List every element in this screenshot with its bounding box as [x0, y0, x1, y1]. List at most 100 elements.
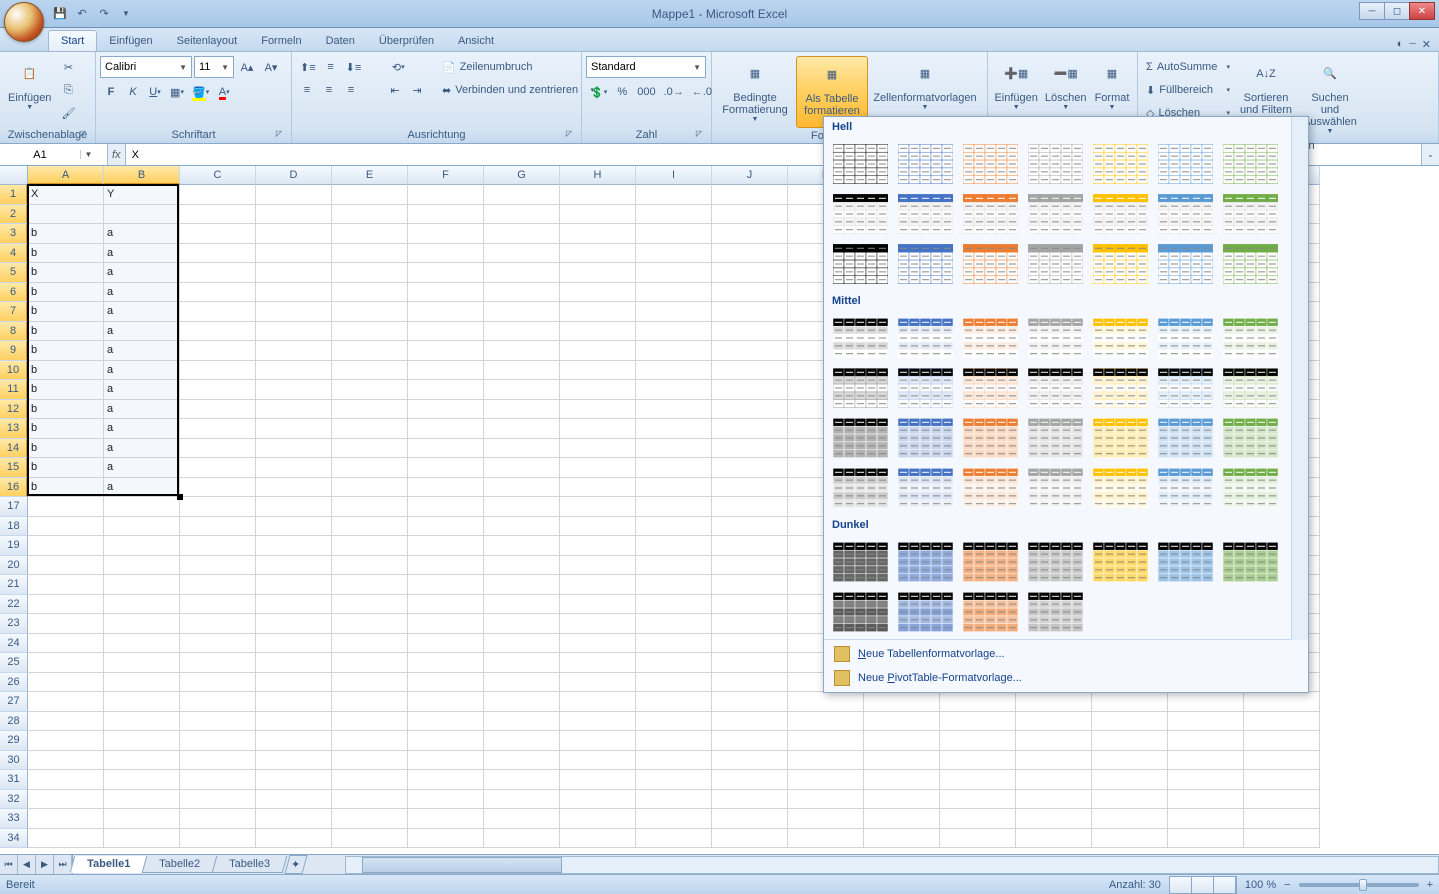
ribbon-tab-seitenlayout[interactable]: Seitenlayout — [165, 31, 250, 51]
table-style-option[interactable] — [960, 589, 1021, 635]
cell[interactable] — [180, 400, 256, 420]
table-style-option[interactable] — [1025, 191, 1086, 237]
cell[interactable] — [104, 497, 180, 517]
cell[interactable] — [560, 517, 636, 537]
sheet-tab[interactable]: Tabelle1 — [70, 856, 148, 873]
cell[interactable] — [636, 361, 712, 381]
cell[interactable] — [636, 380, 712, 400]
table-style-option[interactable] — [1220, 465, 1281, 511]
cell[interactable] — [560, 497, 636, 517]
increase-decimal-button[interactable]: .0→ — [660, 81, 688, 103]
row-header[interactable]: 23 — [0, 614, 28, 634]
cell[interactable] — [636, 770, 712, 790]
cell[interactable] — [636, 634, 712, 654]
row-header[interactable]: 12 — [0, 400, 28, 420]
cell[interactable] — [636, 575, 712, 595]
border-button[interactable]: ▦▾ — [166, 81, 188, 103]
cell[interactable] — [256, 361, 332, 381]
cell[interactable] — [1092, 692, 1168, 712]
cell[interactable] — [560, 439, 636, 459]
zoom-out-button[interactable]: − — [1284, 879, 1290, 891]
row-header[interactable]: 18 — [0, 517, 28, 537]
cell[interactable] — [560, 419, 636, 439]
table-style-option[interactable] — [830, 241, 891, 287]
cell[interactable] — [712, 497, 788, 517]
cell[interactable] — [256, 341, 332, 361]
align-right-button[interactable]: ≡ — [340, 79, 362, 101]
cell[interactable] — [1092, 809, 1168, 829]
cell[interactable]: b — [28, 283, 104, 303]
cell[interactable] — [180, 361, 256, 381]
cell[interactable] — [788, 712, 864, 732]
cell[interactable] — [408, 263, 484, 283]
fill-color-button[interactable]: 🪣▾ — [188, 81, 213, 103]
cell[interactable] — [636, 673, 712, 693]
cell[interactable] — [712, 634, 788, 654]
alignment-launcher-icon[interactable]: ◸ — [563, 129, 575, 141]
cell[interactable] — [636, 829, 712, 849]
table-style-option[interactable] — [1025, 589, 1086, 635]
row-header[interactable]: 27 — [0, 692, 28, 712]
gallery-scrollbar[interactable] — [1291, 117, 1308, 640]
cell[interactable] — [408, 751, 484, 771]
cell[interactable]: a — [104, 302, 180, 322]
cell[interactable] — [1168, 809, 1244, 829]
cell[interactable] — [332, 653, 408, 673]
table-style-option[interactable] — [830, 141, 891, 187]
cell[interactable] — [104, 829, 180, 849]
table-style-option[interactable] — [1025, 539, 1086, 585]
cell[interactable] — [1092, 731, 1168, 751]
cell[interactable] — [1092, 712, 1168, 732]
cell[interactable] — [1016, 790, 1092, 810]
cell[interactable] — [712, 595, 788, 615]
cell[interactable] — [256, 770, 332, 790]
cell[interactable] — [712, 614, 788, 634]
cell[interactable] — [28, 829, 104, 849]
help-icon[interactable]: ◐ — [1397, 38, 1404, 51]
cell[interactable] — [256, 536, 332, 556]
cell[interactable] — [332, 634, 408, 654]
cell[interactable] — [484, 419, 560, 439]
cell[interactable] — [712, 809, 788, 829]
cell[interactable] — [712, 536, 788, 556]
cell[interactable] — [636, 517, 712, 537]
table-style-option[interactable] — [1090, 191, 1151, 237]
row-header[interactable]: 9 — [0, 341, 28, 361]
cell[interactable] — [256, 458, 332, 478]
cell[interactable] — [256, 283, 332, 303]
cell[interactable] — [712, 790, 788, 810]
cell[interactable] — [788, 692, 864, 712]
cell[interactable] — [1016, 809, 1092, 829]
cut-button[interactable]: ✂ — [57, 56, 79, 78]
cell[interactable] — [332, 673, 408, 693]
cell[interactable] — [484, 536, 560, 556]
cell[interactable] — [104, 790, 180, 810]
cell[interactable] — [712, 751, 788, 771]
cell[interactable] — [256, 556, 332, 576]
cell[interactable] — [636, 809, 712, 829]
cell[interactable] — [28, 790, 104, 810]
cell[interactable] — [28, 809, 104, 829]
cell[interactable]: a — [104, 439, 180, 459]
cell[interactable] — [408, 673, 484, 693]
row-header[interactable]: 26 — [0, 673, 28, 693]
table-style-option[interactable] — [1220, 141, 1281, 187]
cell[interactable] — [484, 575, 560, 595]
row-header[interactable]: 5 — [0, 263, 28, 283]
cell[interactable] — [560, 712, 636, 732]
table-style-option[interactable] — [830, 589, 891, 635]
cell[interactable] — [408, 731, 484, 751]
cell[interactable] — [560, 829, 636, 849]
cell[interactable] — [484, 361, 560, 381]
cell[interactable]: b — [28, 322, 104, 342]
office-button[interactable] — [4, 2, 44, 42]
table-style-option[interactable] — [895, 241, 956, 287]
column-header[interactable]: H — [560, 166, 636, 185]
cell[interactable] — [560, 575, 636, 595]
cell[interactable] — [560, 205, 636, 225]
wrap-text-button[interactable]: 📄Zeilenumbruch — [438, 56, 588, 78]
cell[interactable] — [1092, 751, 1168, 771]
cell[interactable] — [484, 458, 560, 478]
cell[interactable] — [332, 614, 408, 634]
table-style-option[interactable] — [1220, 539, 1281, 585]
